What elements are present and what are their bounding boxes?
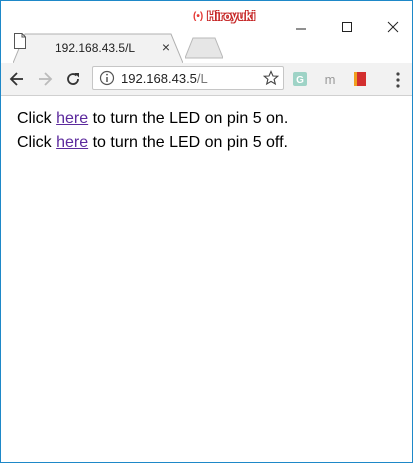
tab-close-icon[interactable]: × [157, 38, 175, 56]
reload-icon [67, 73, 79, 85]
close-icon [387, 21, 399, 33]
profile-button[interactable]: (•) Hiroyuki [193, 7, 255, 25]
title-bar: (•) Hiroyuki 192.168.43.5/L × [1, 1, 412, 63]
forward-button[interactable] [33, 67, 57, 91]
svg-text:G: G [296, 75, 304, 86]
profile-badge-icon: (•) [193, 10, 204, 22]
reload-button[interactable] [61, 67, 85, 91]
maximize-icon [342, 22, 352, 32]
led-on-link[interactable]: here [56, 110, 88, 127]
close-window-button[interactable] [370, 13, 412, 41]
bookmark-star-icon[interactable] [263, 70, 279, 86]
page-icon [14, 33, 26, 49]
forward-arrow-icon [39, 72, 53, 86]
url-host: 192.168.43.5 [121, 71, 197, 86]
svg-text:m: m [325, 72, 336, 87]
address-bar[interactable]: 192.168.43.5/L [92, 66, 284, 90]
back-button[interactable] [5, 67, 29, 91]
line-prefix: Click [17, 110, 57, 127]
url-text[interactable]: 192.168.43.5/L [121, 71, 208, 86]
led-off-link[interactable]: here [56, 134, 88, 151]
info-icon[interactable] [99, 70, 115, 86]
led-off-line: Click here to turn the LED on pin 5 off. [17, 134, 288, 152]
profile-name: Hiroyuki [207, 9, 256, 23]
browser-window: (•) Hiroyuki 192.168.43.5/L × 192.168.43… [0, 0, 413, 463]
toolbar: 192.168.43.5/L G m [1, 63, 412, 96]
extension-m-icon[interactable]: m [322, 71, 338, 87]
tab-active[interactable]: 192.168.43.5/L × [13, 33, 183, 63]
line-suffix: to turn the LED on pin 5 on. [88, 110, 289, 127]
tab-title: 192.168.43.5/L [55, 41, 136, 55]
url-path: /L [196, 71, 208, 86]
maximize-button[interactable] [324, 13, 370, 41]
extension-g-icon[interactable]: G [292, 71, 308, 87]
back-arrow-icon [9, 72, 23, 86]
minimize-icon [296, 28, 306, 30]
line-suffix: to turn the LED on pin 5 off. [88, 134, 288, 151]
page-content: Click here to turn the LED on pin 5 on. … [1, 96, 412, 462]
led-on-line: Click here to turn the LED on pin 5 on. [17, 110, 288, 128]
new-tab-button[interactable] [184, 37, 224, 59]
line-prefix: Click [17, 134, 57, 151]
more-menu-icon[interactable] [393, 71, 403, 89]
minimize-button[interactable] [278, 13, 324, 41]
extension-book-icon[interactable] [352, 71, 368, 87]
